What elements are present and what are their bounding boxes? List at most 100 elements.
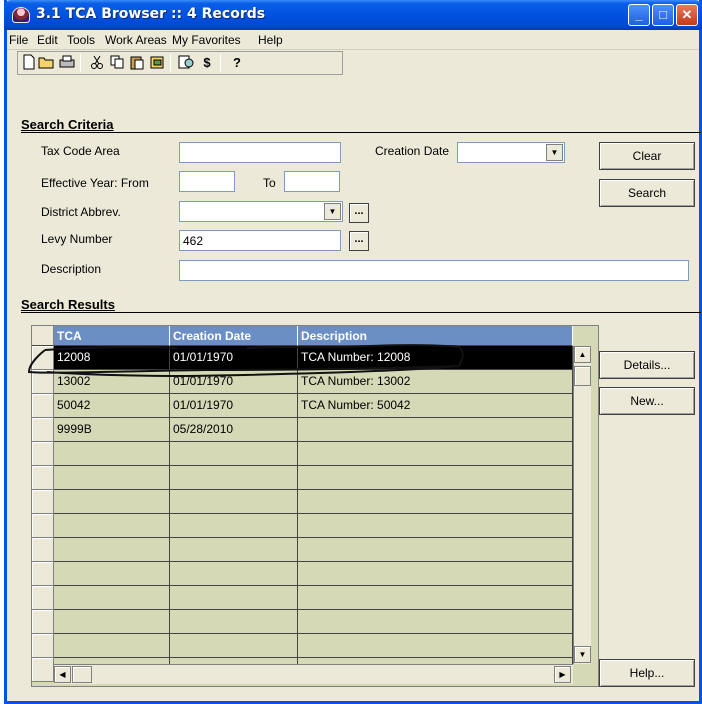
- toolbar: $ ?: [17, 51, 343, 75]
- effective-year-from-input[interactable]: [179, 171, 235, 192]
- horizontal-scrollbar[interactable]: ◀ ▶: [54, 664, 573, 684]
- cell-creation-date: 01/01/1970: [170, 346, 298, 370]
- empty-cell: [170, 634, 298, 658]
- scroll-thumb[interactable]: [574, 366, 591, 386]
- copy-icon[interactable]: [108, 54, 126, 72]
- cell-tca: 13002: [54, 370, 170, 394]
- row-selector[interactable]: [32, 538, 54, 562]
- new-button[interactable]: New...: [599, 387, 695, 415]
- clear-button[interactable]: Clear: [599, 142, 695, 170]
- district-abbrev-select[interactable]: ▼: [179, 201, 343, 222]
- row-selector[interactable]: [32, 418, 54, 442]
- empty-cell: [298, 562, 573, 586]
- column-header-description[interactable]: Description: [298, 326, 573, 346]
- cell-creation-date: 05/28/2010: [170, 418, 298, 442]
- row-selector[interactable]: [32, 514, 54, 538]
- creation-date-label: Creation Date: [375, 144, 450, 158]
- row-selector[interactable]: [32, 610, 54, 634]
- open-icon[interactable]: [38, 54, 56, 72]
- help-icon[interactable]: ?: [228, 54, 246, 72]
- row-selector[interactable]: [32, 442, 54, 466]
- row-selector[interactable]: [32, 346, 54, 370]
- empty-cell: [54, 538, 170, 562]
- results-grid[interactable]: TCA Creation Date Description 12008 01/0…: [31, 325, 599, 687]
- cut-icon[interactable]: [88, 54, 106, 72]
- new-icon[interactable]: [20, 54, 38, 72]
- row-selector[interactable]: [32, 562, 54, 586]
- search-button[interactable]: Search: [599, 179, 695, 207]
- district-abbrev-label: District Abbrev.: [41, 205, 121, 219]
- empty-cell: [54, 634, 170, 658]
- search-criteria-title: Search Criteria: [21, 117, 114, 132]
- empty-cell: [170, 610, 298, 634]
- tax-code-area-label: Tax Code Area: [41, 144, 120, 158]
- search-results-title: Search Results: [21, 297, 115, 312]
- menu-work-areas[interactable]: Work Areas: [105, 33, 167, 47]
- maximize-icon: □: [659, 7, 667, 22]
- district-lookup-button[interactable]: ...: [349, 203, 369, 223]
- cell-description: TCA Number: 12008: [298, 346, 573, 370]
- description-input[interactable]: [179, 260, 689, 281]
- paste-icon[interactable]: [128, 54, 146, 72]
- close-button[interactable]: ✕: [676, 4, 698, 26]
- description-label: Description: [41, 262, 102, 276]
- empty-cell: [298, 442, 573, 466]
- menu-my-favorites[interactable]: My Favorites: [172, 33, 241, 47]
- menu-file[interactable]: File: [9, 33, 28, 47]
- column-header-tca[interactable]: TCA: [54, 326, 170, 346]
- scroll-right-icon[interactable]: ▶: [554, 666, 571, 683]
- empty-cell: [170, 490, 298, 514]
- effective-year-from-label: Effective Year: From: [41, 176, 149, 190]
- row-selector[interactable]: [32, 370, 54, 394]
- tca-browser-window: 3.1 TCA Browser :: 4 Records _ □ ✕ File …: [4, 0, 702, 704]
- cell-tca: 9999B: [54, 418, 170, 442]
- grid-corner: [32, 326, 54, 346]
- levy-number-input[interactable]: 462: [179, 230, 341, 251]
- levy-lookup-button[interactable]: ...: [349, 231, 369, 251]
- search-criteria-divider: [21, 132, 701, 133]
- empty-cell: [298, 610, 573, 634]
- row-selector[interactable]: [32, 658, 54, 682]
- scroll-up-icon[interactable]: ▲: [574, 346, 591, 363]
- vertical-scrollbar[interactable]: ▲ ▼: [573, 346, 591, 664]
- chevron-down-icon[interactable]: ▼: [546, 144, 563, 161]
- dollar-icon[interactable]: $: [198, 54, 216, 72]
- cell-description: [298, 418, 573, 442]
- empty-cell: [170, 562, 298, 586]
- menu-edit[interactable]: Edit: [37, 33, 58, 47]
- effective-year-to-input[interactable]: [284, 171, 340, 192]
- find-icon[interactable]: [178, 54, 196, 72]
- scroll-down-icon[interactable]: ▼: [574, 646, 591, 663]
- empty-cell: [54, 586, 170, 610]
- cell-description: TCA Number: 50042: [298, 394, 573, 418]
- help-button[interactable]: Help...: [599, 659, 695, 687]
- empty-cell: [54, 514, 170, 538]
- cell-creation-date: 01/01/1970: [170, 370, 298, 394]
- scroll-left-icon[interactable]: ◀: [54, 666, 71, 683]
- print-icon[interactable]: [58, 54, 76, 72]
- tax-code-area-input[interactable]: [179, 142, 341, 163]
- empty-cell: [54, 610, 170, 634]
- row-selector[interactable]: [32, 466, 54, 490]
- row-selector[interactable]: [32, 490, 54, 514]
- empty-cell: [298, 514, 573, 538]
- menu-tools[interactable]: Tools: [67, 33, 95, 47]
- app-icon: [12, 7, 30, 23]
- empty-cell: [298, 634, 573, 658]
- creation-date-select[interactable]: ▼: [457, 142, 565, 163]
- empty-cell: [298, 538, 573, 562]
- title-bar[interactable]: 3.1 TCA Browser :: 4 Records _ □ ✕: [4, 0, 702, 30]
- cell-tca: 12008: [54, 346, 170, 370]
- paste-special-icon[interactable]: [148, 54, 166, 72]
- chevron-down-icon[interactable]: ▼: [324, 203, 341, 220]
- horizontal-scroll-thumb[interactable]: [72, 666, 92, 683]
- details-button[interactable]: Details...: [599, 351, 695, 379]
- row-selector[interactable]: [32, 394, 54, 418]
- column-header-creation-date[interactable]: Creation Date: [170, 326, 298, 346]
- minimize-icon: _: [635, 7, 643, 22]
- minimize-button[interactable]: _: [628, 4, 650, 26]
- menu-help[interactable]: Help: [258, 33, 283, 47]
- row-selector[interactable]: [32, 634, 54, 658]
- row-selector[interactable]: [32, 586, 54, 610]
- maximize-button[interactable]: □: [652, 4, 674, 26]
